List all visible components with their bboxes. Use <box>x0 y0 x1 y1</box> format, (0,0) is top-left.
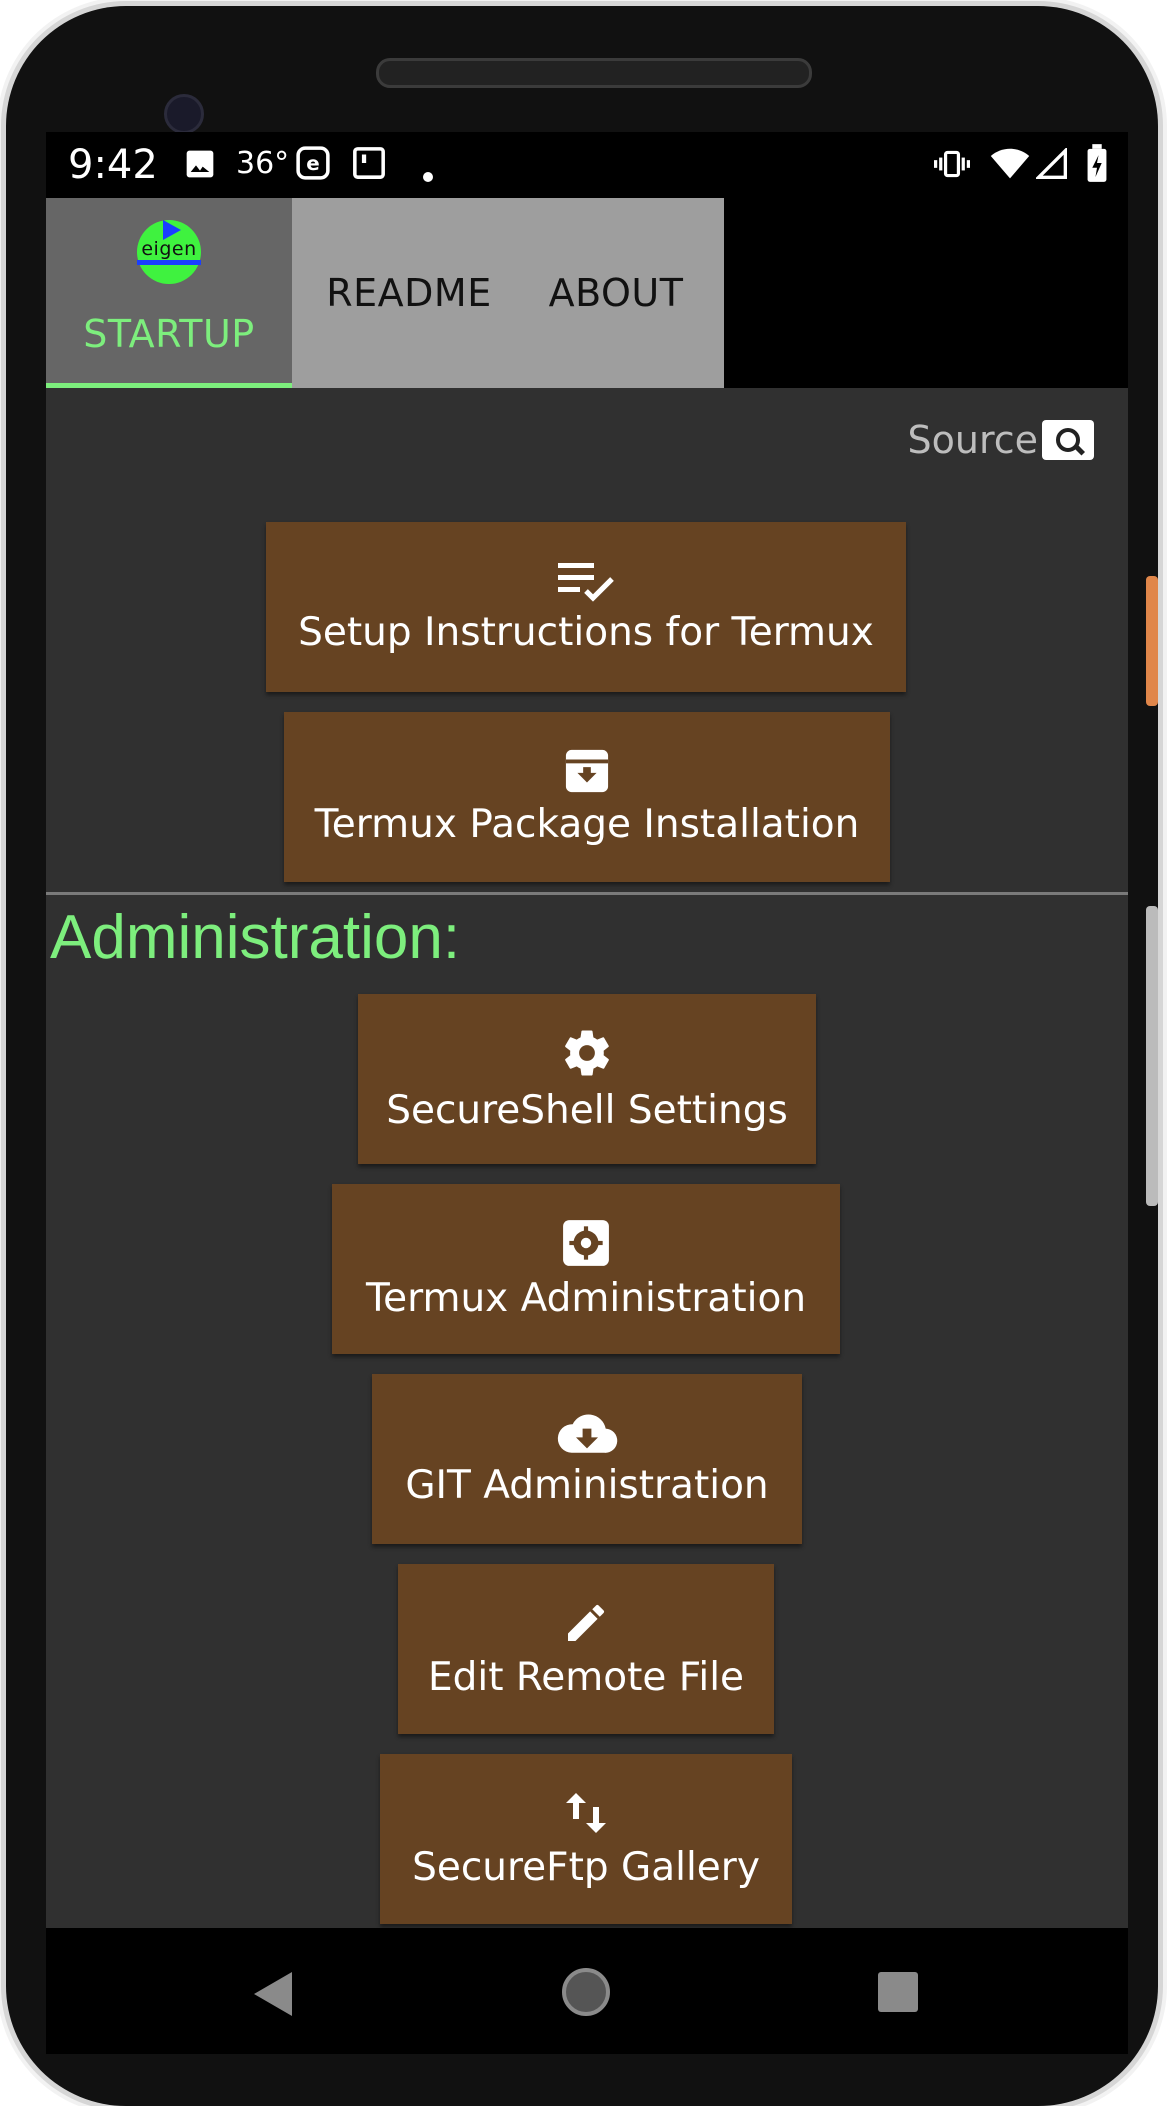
administration-heading: Administration: <box>50 903 461 972</box>
secureftp-gallery-label: SecureFtp Gallery <box>412 1844 760 1890</box>
sd-card-icon <box>352 146 386 188</box>
search-icon <box>1042 420 1094 460</box>
pencil-icon <box>568 1604 605 1641</box>
dot-icon <box>422 156 434 191</box>
gear-icon <box>565 1030 609 1076</box>
archive-download-icon <box>565 749 609 792</box>
battery-icon <box>1086 144 1108 190</box>
home-icon[interactable] <box>562 1968 610 2016</box>
logo-text: eigen <box>141 238 197 260</box>
secureftp-gallery-button[interactable]: SecureFtp Gallery <box>380 1754 792 1924</box>
tab-bar: eigen STARTUP README ABOUT <box>46 198 1128 388</box>
git-administration-label: GIT Administration <box>405 1462 769 1508</box>
secureshell-settings-button[interactable]: SecureShell Settings <box>358 994 816 1164</box>
phone-frame: 9:42 36° e eigen STARTUP README ABOUT So… <box>6 6 1158 2106</box>
package-installation-button[interactable]: Termux Package Installation <box>284 712 890 882</box>
vibrate-icon <box>934 148 970 188</box>
logo-play-icon <box>163 220 181 240</box>
setup-instructions-button[interactable]: Setup Instructions for Termux <box>266 522 906 692</box>
swap-vertical-icon <box>566 1792 606 1833</box>
volume-rocker <box>1146 906 1158 1206</box>
source-link[interactable]: Source <box>907 418 1094 462</box>
edit-remote-file-button[interactable]: Edit Remote File <box>398 1564 774 1734</box>
edit-remote-file-label: Edit Remote File <box>427 1654 745 1700</box>
eigen-logo: eigen <box>137 220 201 284</box>
status-bar: 9:42 36° e <box>46 132 1128 198</box>
settings-box-icon <box>563 1219 609 1266</box>
svg-text:e: e <box>306 152 319 175</box>
recent-apps-icon[interactable] <box>878 1972 918 2012</box>
earpiece-speaker <box>376 58 812 88</box>
signal-icon <box>1034 146 1068 188</box>
termux-administration-label: Termux Administration <box>365 1275 807 1321</box>
wifi-icon <box>990 148 1030 188</box>
back-icon[interactable] <box>254 1972 292 2016</box>
tab-about-label: ABOUT <box>548 271 684 315</box>
tab-readme-label: README <box>326 271 492 315</box>
screen: 9:42 36° e eigen STARTUP README ABOUT So… <box>46 132 1128 2054</box>
cloud-download-icon <box>557 1413 618 1453</box>
e-app-icon: e <box>296 146 330 188</box>
status-time: 9:42 <box>68 142 158 188</box>
image-icon <box>184 148 216 188</box>
main-content: Source Setup Instructions for Termux Ter… <box>46 388 1128 1928</box>
front-camera <box>164 94 204 134</box>
section-divider <box>46 892 1128 895</box>
navigation-bar <box>46 1928 1128 2054</box>
logo-underline <box>137 260 201 265</box>
package-installation-label: Termux Package Installation <box>314 801 860 847</box>
source-label: Source <box>907 418 1038 462</box>
checklist-icon <box>558 562 614 602</box>
tab-startup-label: STARTUP <box>83 312 255 356</box>
setup-instructions-label: Setup Instructions for Termux <box>298 609 874 655</box>
power-button <box>1146 576 1158 706</box>
tab-readme[interactable]: README <box>314 198 504 388</box>
git-administration-button[interactable]: GIT Administration <box>372 1374 802 1544</box>
termux-administration-button[interactable]: Termux Administration <box>332 1184 840 1354</box>
temperature-label: 36° <box>236 146 290 181</box>
tab-about[interactable]: ABOUT <box>532 198 700 388</box>
secureshell-settings-label: SecureShell Settings <box>386 1087 788 1133</box>
tab-group: eigen STARTUP README ABOUT <box>46 198 724 388</box>
tab-startup[interactable]: eigen STARTUP <box>46 198 292 388</box>
